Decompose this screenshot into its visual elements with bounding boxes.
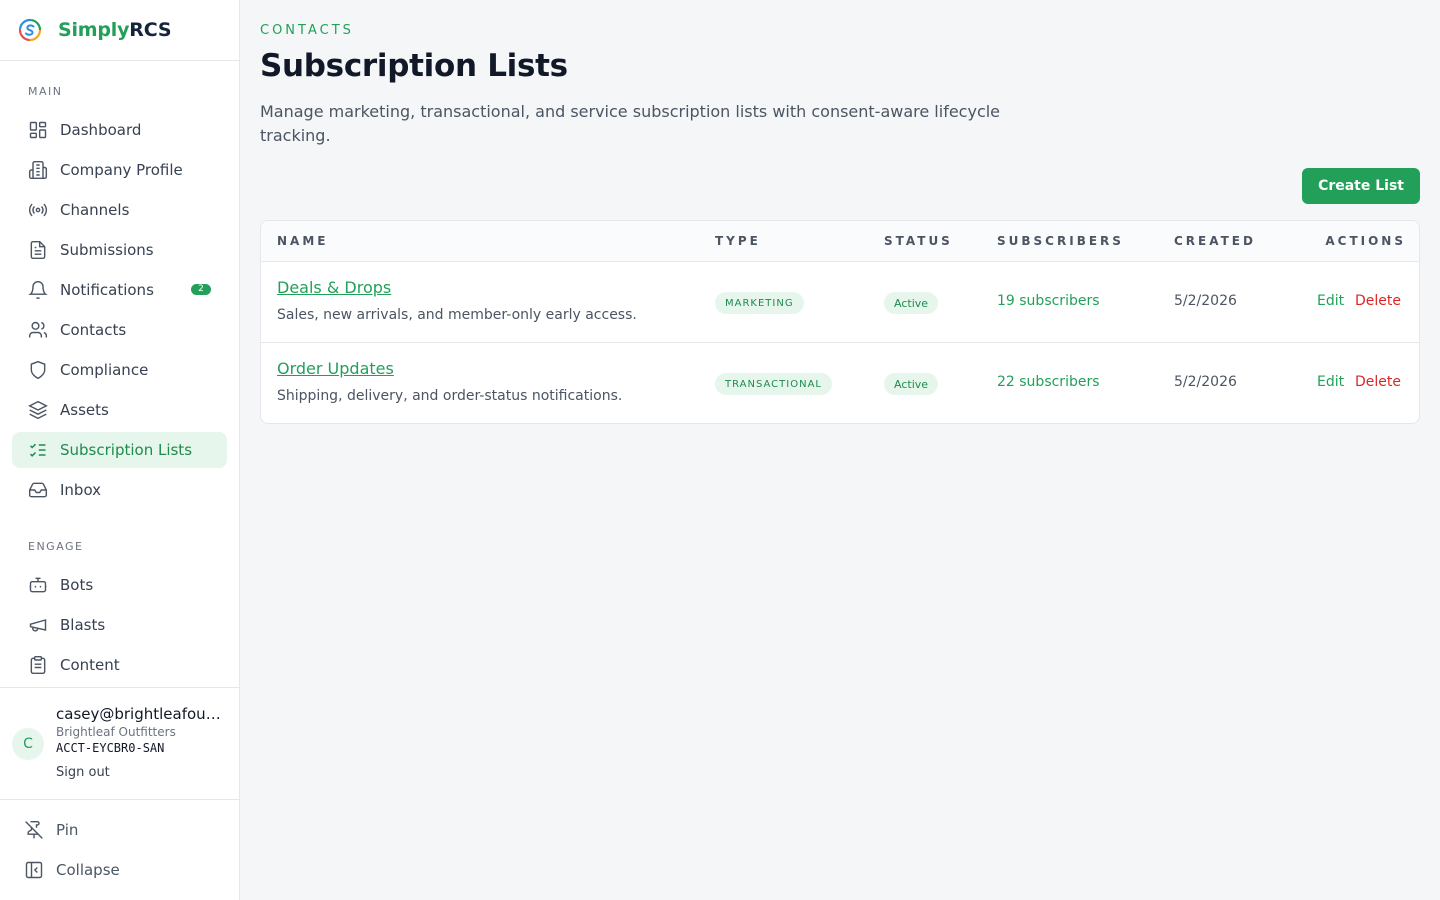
table-row: Order Updates Shipping, delivery, and or… xyxy=(261,343,1419,423)
notifications-count-badge: 2 xyxy=(191,284,211,295)
column-header-type[interactable]: TYPE xyxy=(715,234,761,248)
sidebar: SimplyRCS MAIN Dashboard Company Profile… xyxy=(0,0,240,900)
sidebar-item-label: Submissions xyxy=(60,241,154,259)
list-description: Shipping, delivery, and order-status not… xyxy=(277,388,623,404)
sidebar-item-label: Dashboard xyxy=(60,121,142,139)
file-icon xyxy=(28,240,48,260)
sidebar-item-label: Assets xyxy=(60,401,109,419)
sidebar-item-assets[interactable]: Assets xyxy=(12,392,227,428)
create-list-button[interactable]: Create List xyxy=(1302,168,1420,204)
list-description: Sales, new arrivals, and member-only ear… xyxy=(277,307,637,323)
sidebar-item-subscription-lists[interactable]: Subscription Lists xyxy=(12,432,227,468)
pin-label: Pin xyxy=(56,821,79,839)
nav-section-engage: ENGAGE xyxy=(28,540,84,553)
brand-header[interactable]: SimplyRCS xyxy=(0,0,239,61)
edit-button[interactable]: Edit xyxy=(1317,293,1344,309)
breadcrumb: CONTACTS xyxy=(260,23,354,38)
sidebar-item-label: Compliance xyxy=(60,361,149,379)
sidebar-item-notifications[interactable]: Notifications 2 xyxy=(12,272,227,308)
sidebar-item-label: Blasts xyxy=(60,616,106,634)
column-header-name[interactable]: NAME xyxy=(277,234,328,248)
list-checks-icon xyxy=(28,440,48,460)
user-account-panel: C casey@brightleafoutfitters.com Brightl… xyxy=(0,687,239,800)
broadcast-icon xyxy=(28,200,48,220)
sidebar-item-contacts[interactable]: Contacts xyxy=(12,312,227,348)
user-email: casey@brightleafoutfitters.com xyxy=(56,705,226,723)
sidebar-item-dashboard[interactable]: Dashboard xyxy=(12,112,227,148)
table-header: NAME TYPE STATUS SUBSCRIBERS CREATED ACT… xyxy=(261,221,1419,262)
bell-icon xyxy=(28,280,48,300)
sign-out-link[interactable]: Sign out xyxy=(56,765,110,780)
sidebar-item-blasts[interactable]: Blasts xyxy=(12,607,227,643)
user-company: Brightleaf Outfitters xyxy=(56,725,176,739)
page-title: Subscription Lists xyxy=(260,48,568,84)
edit-button[interactable]: Edit xyxy=(1317,374,1344,390)
megaphone-icon xyxy=(28,615,48,635)
layers-icon xyxy=(28,400,48,420)
bot-icon xyxy=(28,575,48,595)
panel-collapse-icon xyxy=(25,861,43,879)
building-icon xyxy=(28,160,48,180)
sidebar-item-compliance[interactable]: Compliance xyxy=(12,352,227,388)
inbox-icon xyxy=(28,480,48,500)
nav-section-main: MAIN xyxy=(28,85,63,98)
sidebar-item-label: Contacts xyxy=(60,321,127,339)
column-header-created[interactable]: CREATED xyxy=(1174,234,1256,248)
shield-icon xyxy=(28,360,48,380)
delete-button[interactable]: Delete xyxy=(1355,293,1401,309)
created-date: 5/2/2026 xyxy=(1174,293,1237,309)
table-row: Deals & Drops Sales, new arrivals, and m… xyxy=(261,262,1419,343)
users-icon xyxy=(28,320,48,340)
column-header-subscribers[interactable]: SUBSCRIBERS xyxy=(997,234,1124,248)
subscription-lists-table: NAME TYPE STATUS SUBSCRIBERS CREATED ACT… xyxy=(260,220,1420,424)
status-badge: Active xyxy=(884,292,939,314)
list-name-link[interactable]: Order Updates xyxy=(277,359,394,378)
brand-name-part1: Simply xyxy=(58,19,130,41)
clipboard-icon xyxy=(28,655,48,675)
pin-off-icon xyxy=(25,820,43,839)
collapse-label: Collapse xyxy=(56,861,120,879)
created-date: 5/2/2026 xyxy=(1174,374,1237,390)
sidebar-item-label: Inbox xyxy=(60,481,102,499)
subscribers-link[interactable]: 19 subscribers xyxy=(997,293,1100,309)
column-header-actions: ACTIONS xyxy=(1325,234,1406,248)
list-name-link[interactable]: Deals & Drops xyxy=(277,278,391,297)
sidebar-item-label: Notifications xyxy=(60,281,154,299)
brand-name: SimplyRCS xyxy=(58,19,172,41)
sidebar-item-bots[interactable]: Bots xyxy=(12,567,227,603)
sidebar-item-content[interactable]: Content xyxy=(12,647,227,683)
brand-name-part2: RCS xyxy=(129,19,172,41)
account-id: ACCT-EYCBR0-SAN xyxy=(56,741,165,755)
dashboard-icon xyxy=(28,120,48,140)
sidebar-item-channels[interactable]: Channels xyxy=(12,192,227,228)
main-content: CONTACTS Subscription Lists Manage marke… xyxy=(260,0,1420,900)
sidebar-item-label: Subscription Lists xyxy=(60,441,193,459)
list-type-badge: TRANSACTIONAL xyxy=(715,373,832,395)
sidebar-item-label: Bots xyxy=(60,576,94,594)
sidebar-item-label: Content xyxy=(60,656,120,674)
status-badge: Active xyxy=(884,373,939,395)
pin-button[interactable]: Pin xyxy=(24,818,78,842)
subscribers-link[interactable]: 22 subscribers xyxy=(997,374,1100,390)
sidebar-item-inbox[interactable]: Inbox xyxy=(12,472,227,508)
sidebar-item-submissions[interactable]: Submissions xyxy=(12,232,227,268)
sidebar-item-label: Channels xyxy=(60,201,130,219)
column-header-status[interactable]: STATUS xyxy=(884,234,953,248)
page-description: Manage marketing, transactional, and ser… xyxy=(260,102,1001,145)
list-type-badge: MARKETING xyxy=(715,292,804,314)
sidebar-item-company-profile[interactable]: Company Profile xyxy=(12,152,227,188)
sidebar-item-label: Company Profile xyxy=(60,161,183,179)
brand-logo-icon xyxy=(18,18,42,42)
delete-button[interactable]: Delete xyxy=(1355,374,1401,390)
collapse-button[interactable]: Collapse xyxy=(24,858,120,882)
avatar[interactable]: C xyxy=(12,728,44,760)
